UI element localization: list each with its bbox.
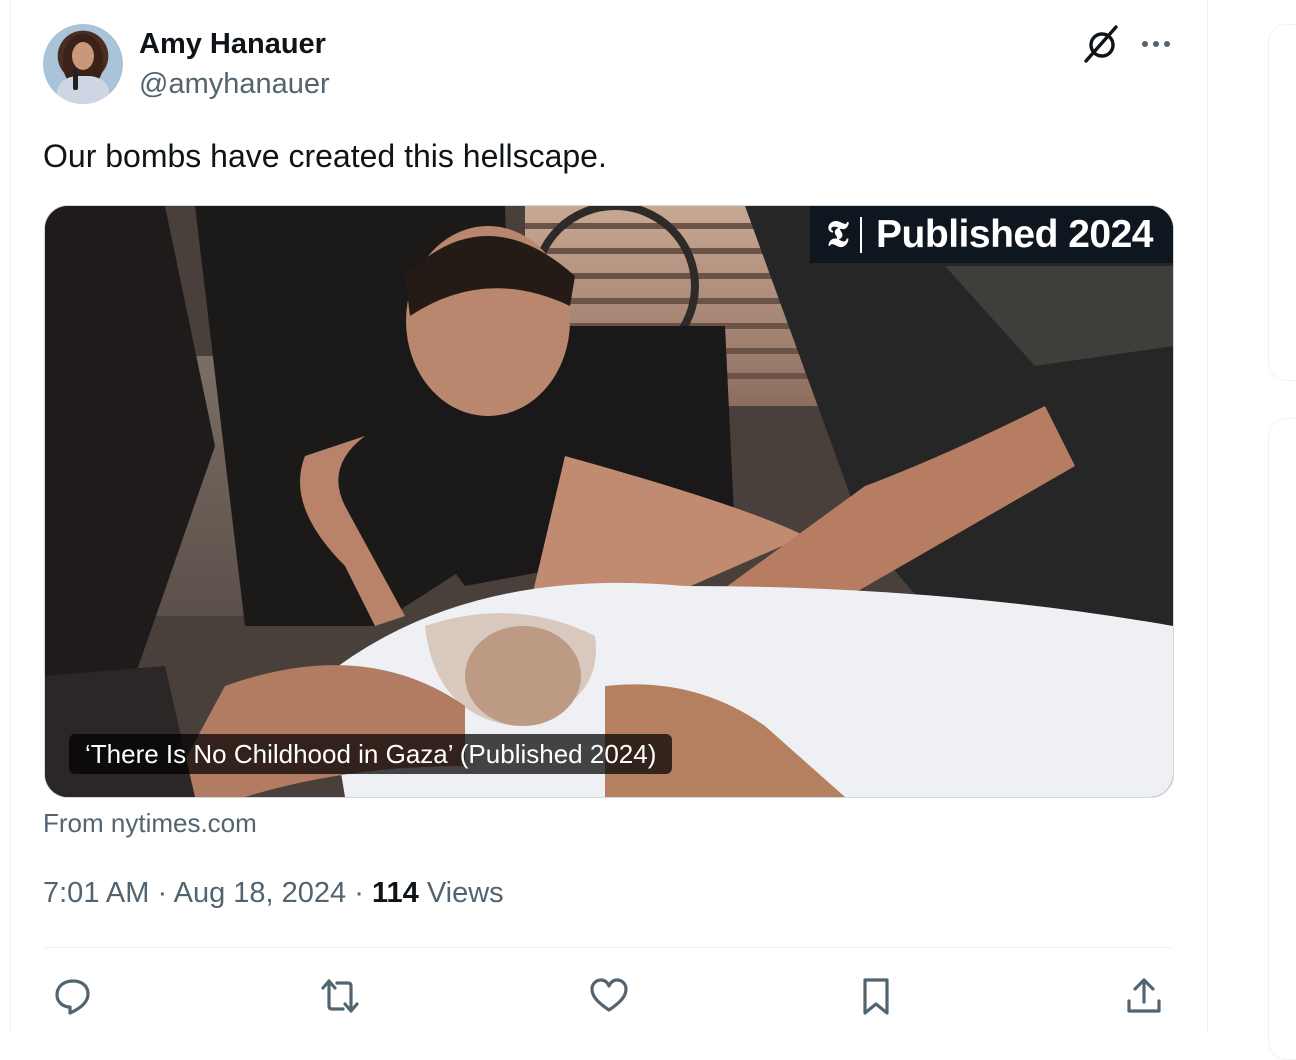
tweet-time[interactable]: 7:01 AM [43,877,149,909]
bookmark-icon [863,978,889,1015]
more-options-icon[interactable] [1140,30,1174,58]
reply-icon [55,979,90,1015]
grok-icon[interactable] [1082,24,1122,64]
avatar-face [72,42,94,70]
timeline-right-border [1207,0,1208,1032]
link-source[interactable]: From nytimes.com [43,808,257,838]
tweet-date[interactable]: Aug 18, 2024 [174,877,347,909]
repost-icon [321,979,359,1013]
meta-separator: · [354,877,364,909]
avatar-microphone [73,68,78,90]
author-name[interactable]: Amy Hanauer [139,27,326,61]
sidebar-card-top [1268,24,1296,381]
news-photo [45,206,1173,797]
views-label: Views [426,877,504,909]
avatar-body [57,76,109,104]
bookmark-button[interactable] [852,972,900,1020]
reply-button[interactable] [49,972,97,1020]
badge-label: Published 2024 [876,212,1153,256]
like-icon [590,978,628,1012]
share-icon [1127,978,1161,1013]
like-button[interactable] [585,972,633,1020]
link-card-image[interactable]: 𝕿 Published 2024 ‘There Is No Childhood … [44,205,1174,798]
share-button[interactable] [1120,972,1168,1020]
avatar[interactable] [43,24,123,104]
timeline-left-border [10,0,11,1032]
tweet-text: Our bombs have created this hellscape. [43,138,607,174]
link-card-caption: ‘There Is No Childhood in Gaza’ (Publish… [69,734,673,774]
nyt-published-badge: 𝕿 Published 2024 [810,206,1173,263]
author-handle[interactable]: @amyhanauer [139,67,330,101]
views-count: 114 [371,877,419,909]
badge-separator [860,216,863,253]
nyt-logo-icon: 𝕿 [826,213,849,255]
sidebar-card-bottom [1268,418,1296,1060]
meta-separator: · [157,877,168,909]
repost-button[interactable] [316,972,364,1020]
divider [43,947,1173,948]
tweet-metadata: 7:01 AM · Aug 18, 2024 · 114 Views [43,874,504,912]
